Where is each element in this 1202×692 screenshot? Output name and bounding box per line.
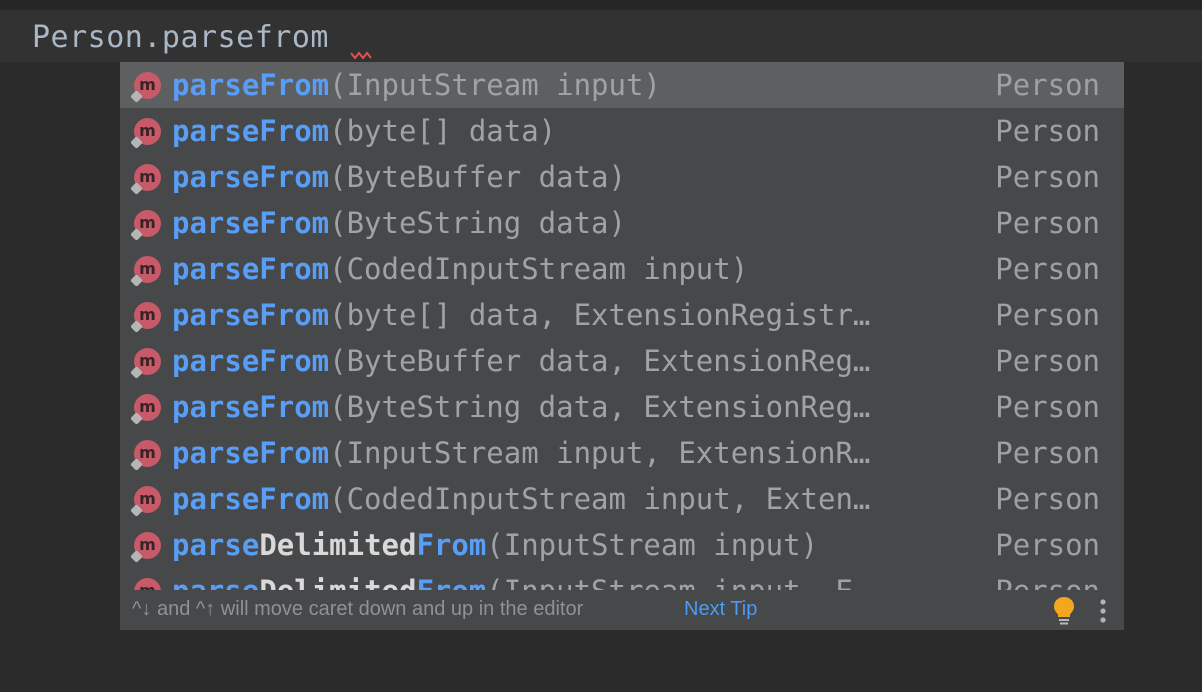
method-signature: parseFrom(ByteString data) — [172, 200, 626, 246]
method-name-match: parseFrom — [172, 206, 330, 240]
return-type: Person — [995, 68, 1100, 102]
method-params: (CodedInputStream input) — [329, 252, 749, 286]
completion-item[interactable]: m parseFrom(ByteString data, ExtensionReg… — [120, 384, 1124, 430]
completion-item[interactable]: m parseFrom(CodedInputStream input, Exten… — [120, 476, 1124, 522]
completion-item[interactable]: mparseDelimitedFrom(InputStream input, E… — [120, 568, 1124, 590]
method-name-part: Delimited — [259, 574, 416, 590]
lightbulb-icon[interactable] — [1053, 596, 1075, 626]
method-name-match: parseFrom — [172, 436, 330, 470]
next-tip-link[interactable]: Next Tip — [684, 598, 757, 621]
completion-item[interactable]: m parseFrom(byte[] data) Person — [120, 108, 1124, 154]
return-type: Person — [995, 298, 1100, 332]
return-type: Person — [995, 482, 1100, 516]
method-name-part: Delimited — [259, 528, 417, 562]
completion-item[interactable]: m parseFrom(byte[] data, ExtensionRegistr… — [120, 292, 1124, 338]
method-icon: m — [134, 578, 161, 590]
method-name-match: parseFrom — [172, 344, 330, 378]
method-signature: parseFrom(CodedInputStream input, Exten… — [172, 476, 870, 522]
completion-item[interactable]: m parseFrom(ByteBuffer data, ExtensionReg… — [120, 338, 1124, 384]
method-params: (InputStream input, ExtensionR… — [329, 436, 871, 470]
completion-item[interactable]: m parseFrom(ByteString data) Person — [120, 200, 1124, 246]
completion-item[interactable]: m parseDelimitedFrom(InputStream input) Pe… — [120, 522, 1124, 568]
editor-current-line[interactable]: Person.parsefrom — [0, 10, 1202, 62]
method-params: (InputStream input, E… — [486, 574, 870, 590]
method-signature: parseDelimitedFrom(InputStream input, E… — [172, 568, 870, 590]
return-type: Person — [995, 160, 1100, 194]
method-name-match: parseFrom — [172, 114, 330, 148]
method-name-match: parseFrom — [172, 298, 330, 332]
completion-list[interactable]: m parseFrom(InputStream input) Person m pars… — [120, 62, 1124, 590]
completion-footer: ^↓ and ^↑ will move caret down and up in… — [120, 590, 1124, 630]
method-name-match: parseFrom — [172, 482, 330, 516]
completion-item[interactable]: m parseFrom(InputStream input) Person — [120, 62, 1124, 108]
method-name-match: parseFrom — [172, 252, 330, 286]
return-type: Person — [995, 114, 1100, 148]
method-signature: parseFrom(CodedInputStream input) — [172, 246, 748, 292]
method-name-match: parseFrom — [172, 68, 330, 102]
method-signature: parseFrom(byte[] data, ExtensionRegistr… — [172, 292, 870, 338]
method-name-match: parseFrom — [172, 390, 330, 424]
method-params: (ByteString data) — [329, 206, 626, 240]
method-params: (InputStream input) — [486, 528, 819, 562]
method-signature: parseFrom(InputStream input) — [172, 62, 661, 108]
more-vertical-icon[interactable] — [1098, 598, 1108, 624]
top-strip — [0, 0, 1202, 10]
method-params: (ByteString data, ExtensionReg… — [329, 390, 871, 424]
completion-item[interactable]: m parseFrom(ByteBuffer data) Person — [120, 154, 1124, 200]
return-type: Person — [995, 436, 1100, 470]
method-name-match: parse — [172, 528, 260, 562]
method-signature: parseFrom(ByteBuffer data) — [172, 154, 626, 200]
return-type: Person — [995, 528, 1100, 562]
method-params: (byte[] data, ExtensionRegistr… — [329, 298, 871, 332]
method-params: (ByteBuffer data, ExtensionReg… — [329, 344, 871, 378]
method-name-match: From — [416, 574, 486, 590]
method-signature: parseFrom(byte[] data) — [172, 108, 556, 154]
method-params: (ByteBuffer data) — [329, 160, 626, 194]
editor-code-text[interactable]: Person.parsefrom — [32, 18, 329, 58]
return-type: Person — [995, 568, 1100, 590]
error-squiggle — [350, 51, 372, 60]
method-params: (byte[] data) — [329, 114, 557, 148]
method-name-match: From — [416, 528, 487, 562]
method-params: (InputStream input) — [329, 68, 661, 102]
method-signature: parseDelimitedFrom(InputStream input) — [172, 522, 818, 568]
method-name-match: parse — [172, 574, 259, 590]
completion-item[interactable]: m parseFrom(CodedInputStream input) Person — [120, 246, 1124, 292]
return-type: Person — [995, 344, 1100, 378]
method-signature: parseFrom(ByteString data, ExtensionReg… — [172, 384, 870, 430]
return-type: Person — [995, 206, 1100, 240]
code-completion-popup: m parseFrom(InputStream input) Person m pars… — [120, 62, 1124, 630]
return-type: Person — [995, 252, 1100, 286]
method-signature: parseFrom(InputStream input, ExtensionR… — [172, 430, 870, 476]
method-name-match: parseFrom — [172, 160, 330, 194]
completion-item[interactable]: m parseFrom(InputStream input, ExtensionR… — [120, 430, 1124, 476]
tip-text: ^↓ and ^↑ will move caret down and up in… — [132, 598, 584, 620]
method-params: (CodedInputStream input, Exten… — [329, 482, 871, 516]
return-type: Person — [995, 390, 1100, 424]
method-signature: parseFrom(ByteBuffer data, ExtensionReg… — [172, 338, 870, 384]
